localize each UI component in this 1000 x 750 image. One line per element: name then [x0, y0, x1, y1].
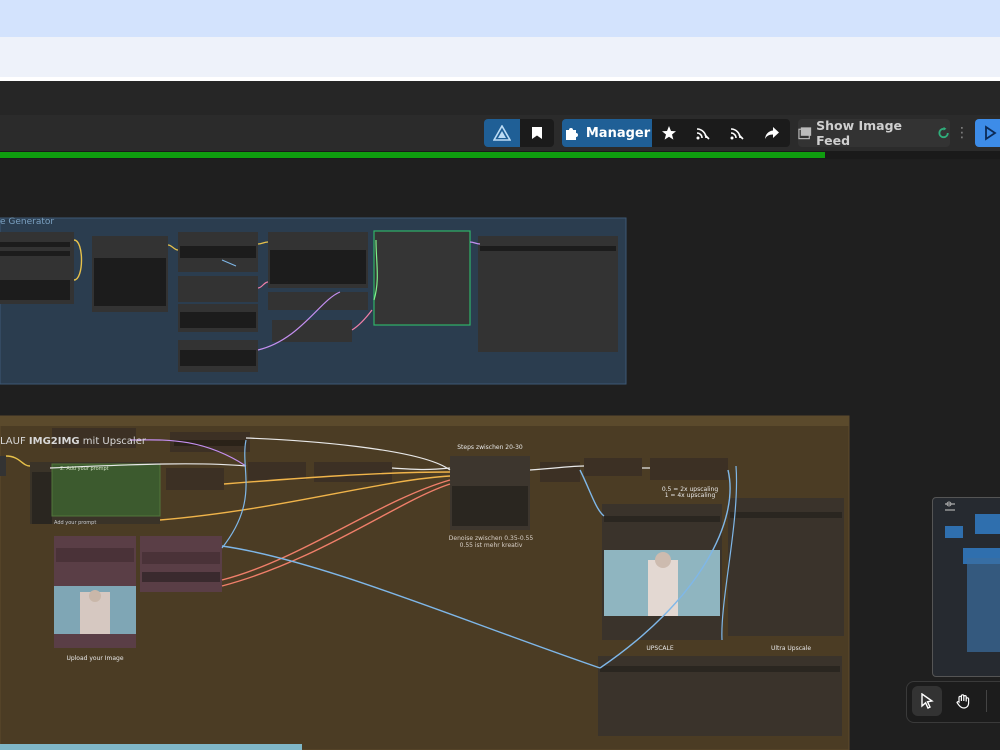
node-preview [478, 236, 618, 352]
share-icon [765, 127, 779, 139]
group-img2img-title-suffix: mit Upscaler [79, 436, 146, 447]
progress-bar [0, 152, 825, 158]
denoise-note-line2: 0.55 ist mehr kreativ [459, 542, 523, 549]
play-icon [985, 125, 997, 141]
app-header [0, 81, 1000, 115]
queue-prompt-button[interactable] [975, 119, 1000, 147]
share-button[interactable] [754, 119, 790, 147]
puzzle-icon [565, 128, 578, 140]
add-prompt-label: Add your prompt [54, 520, 97, 526]
app-logo-icon [493, 125, 511, 141]
show-image-feed-label: Show Image Feed [816, 118, 903, 148]
node-ksampler [373, 230, 471, 326]
node [268, 292, 318, 310]
bookmark-icon [532, 127, 542, 139]
show-image-feed-button[interactable]: Show Image Feed [798, 118, 950, 148]
manager-button[interactable]: Manager [562, 119, 652, 147]
denoise-note-line1: Denoise zwischen 0.35-0.55 [448, 535, 534, 542]
node [314, 462, 392, 482]
browser-address-bar[interactable] [0, 37, 1000, 77]
manager-label: Manager [585, 125, 651, 141]
feed-icon [696, 128, 710, 140]
refresh-icon [938, 126, 949, 139]
select-tool-button[interactable] [912, 686, 942, 716]
image-icon [798, 127, 812, 140]
upscale-label: UPSCALE [646, 645, 674, 652]
browser-tab-strip [0, 0, 1000, 37]
star-button[interactable] [652, 119, 686, 147]
group-img2img-title-bold: IMG2IMG [28, 436, 80, 447]
cursor-icon [921, 693, 934, 709]
node [584, 458, 642, 476]
steps-note: Steps zwischen 20-30 [457, 444, 523, 451]
upload-image-label: Upload your Image [66, 655, 124, 662]
minimap-graph [945, 501, 1000, 652]
node-ultra-upscale [728, 498, 844, 636]
app-logo-button[interactable] [484, 119, 520, 147]
image-feed-strip [0, 744, 302, 750]
group-img2img-title: LAUF IMG2IMG mit Upscaler [0, 436, 146, 447]
canvas-minimap[interactable] [932, 497, 1000, 677]
add-prompt-green-label: 2. Add your prompt [60, 466, 109, 472]
feed-icon [730, 128, 744, 140]
ultra-upscale-label: Ultra Upscale [770, 645, 812, 652]
group-img2img-title-prefix: LAUF [0, 436, 29, 447]
node [0, 456, 6, 476]
node [650, 458, 728, 480]
canvas-toolbar-divider [986, 690, 987, 712]
feed-button-b[interactable] [720, 119, 754, 147]
group-generator-title: e Generator [0, 217, 55, 227]
upscale-note-line2: 1 = 4x upscaling [664, 492, 716, 499]
bookmark-button[interactable] [520, 119, 554, 147]
pan-tool-button[interactable] [948, 686, 978, 716]
toolbar-drag-handle[interactable]: ⋮⋮ [955, 123, 983, 143]
feed-button-a[interactable] [686, 119, 720, 147]
node [248, 462, 306, 480]
node [166, 468, 224, 490]
star-icon [662, 126, 676, 140]
node [178, 276, 258, 302]
hand-icon [956, 694, 970, 709]
workflow-graph[interactable] [0, 160, 1000, 750]
node [540, 462, 580, 482]
workflow-canvas[interactable]: e Generator LAUF IMG2IMG mit Upscaler St… [0, 160, 1000, 750]
node [318, 292, 368, 310]
